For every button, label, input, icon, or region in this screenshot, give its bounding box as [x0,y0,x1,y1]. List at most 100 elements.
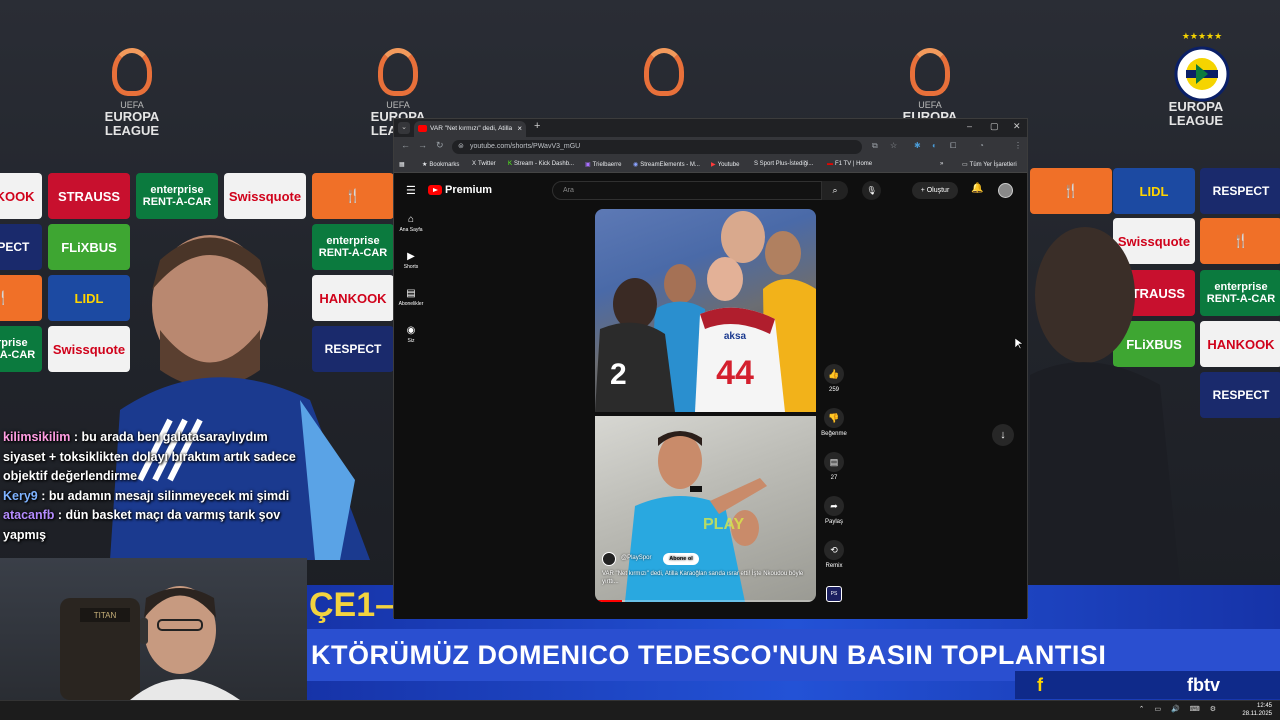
url-field[interactable]: ⊜ youtube.com/shorts/PWavV3_mGU [452,140,862,154]
tray-icons[interactable]: ⌃ ▭ 🔊 ⌨ ⚙ [1139,705,1220,713]
browser-menu-icon[interactable]: ⋮ [1014,141,1022,150]
youtube-premium-label[interactable]: Premium [445,184,492,196]
sponsor-board-strauss: STRAUSS [48,173,130,219]
remix-icon: ⟲ [824,540,844,560]
sidebar-item-home[interactable]: ⌂ Ana Sayfa [394,214,428,233]
shorts-metadata: @PlaySpor Abone ol VAR "Net kırmızı" ded… [602,552,807,586]
browser-tab[interactable]: VAR "Net kırmızı" dedi, Atilla × [414,121,526,137]
fbtv-label: fbtv [1187,675,1220,695]
search-input[interactable]: Ara [552,181,822,200]
sponsor-board-restaurant: 🍴 [1200,218,1280,264]
bookmark-item[interactable]: K Stream - Kick Dashb... [508,161,574,167]
channel-name[interactable]: @PlaySpor [621,555,651,561]
bookmark-item[interactable]: ▬ F1 TV | Home [827,161,872,167]
sponsor-board-enterprise: enterprise RENT-A-CAR [136,173,218,219]
minimize-button[interactable]: – [967,121,972,131]
sponsor-board-enterprise: enterprise RENT-A-CAR [0,326,42,372]
profile-icon[interactable]: ◔ [979,141,984,150]
chat-username: kilimsikilim [3,430,71,444]
bookmark-item[interactable]: ▣ Trielbaerre [585,161,621,168]
extension-icon[interactable]: ✱ [914,141,921,150]
chat-message: atacanfb : dün basket maçı da varmış tar… [0,506,305,545]
fenerbahce-crest: ★★★★★ [1174,32,1230,102]
system-taskbar: ⌃ ▭ 🔊 ⌨ ⚙ 12:45 28.11.2025 [0,700,1280,720]
maximize-button[interactable]: ▢ [990,121,999,132]
thumbs-down-icon: 👎 [824,408,844,428]
bookmark-item[interactable]: ▶ Youtube [711,161,739,168]
tab-close-icon[interactable]: × [517,121,522,137]
sponsor-board-restaurant: 🍴 [312,173,394,219]
comments-button[interactable]: ▤ 27 [821,452,847,481]
screen: UEFA EUROPA LEAGUE UEFA EUROPA LEAGUE UE… [0,0,1280,720]
comment-icon: ▤ [824,452,844,472]
new-tab-button[interactable]: + [534,120,540,132]
youtube-header: ☰ Premium Ara ⌕ 🎙 + Oluştur 🔔 [394,174,1027,208]
shorts-video-player[interactable]: 44 aksa 2 PLAY @PlaySpor Abone ol VAR "N… [595,209,816,602]
tab-search-button[interactable]: ⌄ [398,122,410,134]
chat-message: Kery9 : bu adamın mesajı silinmeyecek mi… [0,487,305,507]
bookmark-item[interactable]: S Sport Plus-İstediği... [754,161,813,167]
europa-league-logo: EUROPA LEAGUE [1168,99,1224,128]
create-button[interactable]: + Oluştur [912,182,958,199]
chat-overlay: kilimsikilim : bu arada ben galatasarayl… [0,428,305,545]
bookmark-star-icon[interactable]: ☆ [890,141,897,150]
shorts-icon: ▶ [407,251,415,262]
notifications-bell-icon[interactable]: 🔔 [971,183,983,194]
back-icon[interactable]: ← [401,140,410,150]
comment-count: 27 [830,475,838,481]
remix-button[interactable]: ⟲ Remix [821,540,847,569]
clock-time: 12:45 [1256,703,1272,709]
search-icon[interactable]: ⌕ [822,181,848,200]
youtube-logo-icon[interactable] [428,185,442,195]
apps-icon[interactable]: ▦ [399,161,405,168]
clock-date: 28.11.2025 [1242,711,1272,717]
extensions-puzzle-icon[interactable]: ⧠ [950,141,956,151]
bookmarks-bar: ▦ ★ Bookmarks X Twitter K Stream - Kick Das… [394,157,1027,173]
tab-bar: ⌄ VAR "Net kırmızı" dedi, Atilla × + – ▢… [394,119,1027,137]
forward-icon[interactable]: → [418,140,427,150]
you-icon: ◉ [406,325,416,336]
channel-thumbnail: PS [826,586,842,602]
svg-text:2: 2 [610,358,627,391]
all-bookmarks-folder[interactable]: ▭ Tüm Yer İşaretleri [962,161,1017,168]
dislike-label: Beğenme [821,431,847,437]
svg-text:★★★★★: ★★★★★ [1182,32,1222,42]
sidebar-item-shorts[interactable]: ▶ Shorts [394,251,428,270]
streamer-figure: TITAN [60,586,240,700]
video-progress-bar[interactable] [595,600,816,602]
microphone-icon[interactable]: 🎙 [862,181,881,200]
next-short-arrow-icon[interactable]: ↓ [992,424,1014,446]
system-clock[interactable]: 12:45 28.11.2025 [1242,702,1272,718]
europa-league-logo: UEFA EUROPA LEAGUE [92,48,172,148]
svg-text:TITAN: TITAN [94,611,117,620]
like-button[interactable]: 👍 259 [821,364,847,393]
sidebar-item-you[interactable]: ◉ Siz [394,325,428,344]
sponsor-board-hankook: HANKOOK [0,173,42,219]
share-icon: ➦ [824,496,844,516]
tab-title: VAR "Net kırmızı" dedi, Atilla [430,125,513,132]
sponsor-board-respect: RESPECT [0,224,42,270]
sponsor-board-restaurant: 🍴 [1030,168,1112,214]
account-avatar[interactable] [998,183,1013,198]
share-button[interactable]: ➦ Paylaş [821,496,847,525]
channel-avatar[interactable] [602,552,616,566]
install-app-icon[interactable]: ⧉ [872,141,878,151]
dislike-button[interactable]: 👎 Beğenme [821,408,847,437]
sidebar-item-subscriptions[interactable]: ▤ Abonelikler [394,288,428,307]
bookmark-item[interactable]: ★ Bookmarks [422,161,459,168]
sound-channel-thumb[interactable]: PS [821,586,847,602]
close-window-button[interactable]: ✕ [1013,121,1021,132]
bookmark-item[interactable]: X Twitter [472,161,496,167]
bookmarks-overflow-icon[interactable]: » [940,161,943,167]
menu-icon[interactable]: ☰ [406,184,416,197]
reload-icon[interactable]: ↻ [436,140,444,151]
subscribe-button[interactable]: Abone ol [663,553,699,565]
streamer-webcam: TITAN [0,558,307,700]
extension-icon[interactable]: ◐ [932,141,937,150]
remix-label: Remix [825,563,843,569]
youtube-page: ☰ Premium Ara ⌕ 🎙 + Oluştur 🔔 ⌂ Ana Sayfa… [394,174,1027,619]
bookmark-item[interactable]: ◉ StreamElements - M... [633,161,700,168]
chat-username: Kery9 [3,488,38,503]
site-info-icon[interactable]: ⊜ [458,140,464,154]
shorts-title[interactable]: VAR "Net kırmızı" dedi, Atilla Karaoğlan… [602,570,807,586]
